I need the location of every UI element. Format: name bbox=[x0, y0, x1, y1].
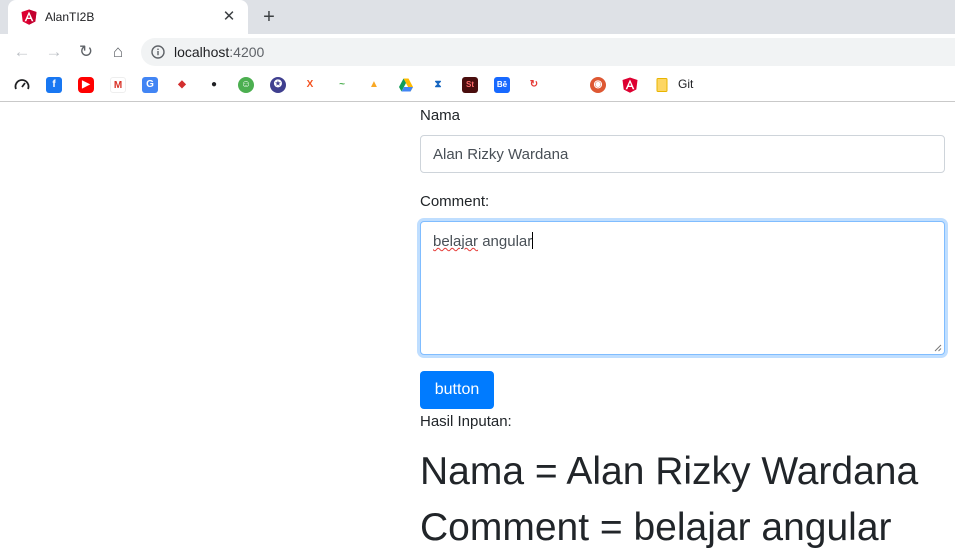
duckduckgo-icon[interactable]: ◉ bbox=[590, 77, 606, 93]
hourglass-icon[interactable]: ⧗ bbox=[430, 77, 446, 93]
comment-label: Comment: bbox=[420, 193, 490, 210]
behance-icon[interactable]: Bē bbox=[494, 77, 510, 93]
spy-hat-icon[interactable]: ● bbox=[206, 77, 222, 93]
gmail-icon[interactable]: M bbox=[110, 77, 126, 93]
google-drive-icon[interactable] bbox=[398, 77, 414, 93]
frog-icon[interactable]: ☺ bbox=[238, 77, 254, 93]
url-text[interactable]: localhost:4200 bbox=[174, 44, 264, 60]
result-comment-line: Comment = belajar angular bbox=[420, 506, 892, 549]
folder-icon[interactable] bbox=[654, 77, 670, 93]
x-logo-icon[interactable]: X bbox=[302, 77, 318, 93]
angular-bookmark-icon[interactable] bbox=[622, 77, 638, 93]
address-bar[interactable]: localhost:4200 bbox=[141, 38, 955, 66]
nama-input[interactable]: Alan Rizky Wardana bbox=[420, 135, 945, 173]
text-caret bbox=[532, 232, 534, 249]
university-seal-icon[interactable]: ✪ bbox=[270, 77, 286, 93]
bookmarks-bar: f ▶ M G ◆ ● ☺ ✪ X ~ ▲ ⧗ St Bē ↻ ◉ Git bbox=[0, 70, 955, 102]
active-tab[interactable]: AlanTI2B ✕ bbox=[8, 0, 248, 34]
comment-word-rest: angular bbox=[478, 233, 533, 250]
reload-icon[interactable]: ↻ bbox=[74, 40, 98, 64]
result-nama-line: Nama = Alan Rizky Wardana bbox=[420, 450, 919, 493]
tab-strip: AlanTI2B ✕ + bbox=[0, 0, 955, 34]
facebook-icon[interactable]: f bbox=[46, 77, 62, 93]
close-tab-icon[interactable]: ✕ bbox=[220, 8, 238, 26]
new-tab-icon[interactable]: + bbox=[258, 6, 280, 28]
hasil-label: Hasil Inputan: bbox=[420, 413, 512, 430]
info-icon[interactable] bbox=[151, 45, 165, 59]
pma-icon[interactable]: ▲ bbox=[366, 77, 382, 93]
google-translate-icon[interactable]: G bbox=[142, 77, 158, 93]
comment-word-misspelled: belajar bbox=[433, 233, 479, 250]
speedometer-icon[interactable] bbox=[14, 77, 30, 93]
nama-label: Nama bbox=[420, 107, 461, 124]
angular-icon bbox=[21, 9, 37, 25]
nama-input-value: Alan Rizky Wardana bbox=[433, 146, 569, 163]
comment-textarea[interactable]: belajar angular bbox=[420, 221, 945, 355]
red-link-icon[interactable]: ↻ bbox=[526, 77, 542, 93]
url-port: :4200 bbox=[229, 44, 265, 60]
browser-toolbar: ← → ↻ ⌂ localhost:4200 bbox=[0, 34, 955, 70]
url-host: localhost bbox=[174, 44, 230, 60]
tab-title: AlanTI2B bbox=[45, 10, 95, 24]
home-icon[interactable]: ⌂ bbox=[106, 40, 130, 64]
green-script-icon[interactable]: ~ bbox=[334, 77, 350, 93]
back-icon[interactable]: ← bbox=[10, 40, 34, 64]
youtube-icon[interactable]: ▶ bbox=[78, 77, 94, 93]
bookmark-git-label[interactable]: Git bbox=[678, 77, 693, 91]
resize-grip-icon[interactable] bbox=[934, 344, 942, 352]
stock-icon[interactable]: St bbox=[462, 77, 478, 93]
forward-icon[interactable]: → bbox=[42, 40, 66, 64]
submit-button[interactable]: button bbox=[420, 371, 494, 409]
gamepad-icon[interactable]: ◆ bbox=[174, 77, 190, 93]
